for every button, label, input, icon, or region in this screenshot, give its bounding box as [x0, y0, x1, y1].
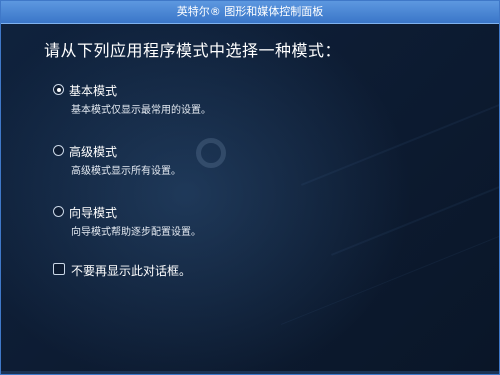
basic-mode-label[interactable]: 基本模式 [69, 82, 117, 99]
dont-show-again-checkbox[interactable] [53, 263, 65, 275]
bottom-edge [1, 371, 499, 374]
window-title: 英特尔® 图形和媒体控制面板 [1, 1, 499, 24]
dont-show-again-label[interactable]: 不要再显示此对话框。 [71, 262, 191, 279]
basic-mode-description: 基本模式仅显示最常用的设置。 [71, 105, 211, 116]
advanced-mode-label[interactable]: 高级模式 [69, 143, 117, 160]
basic-mode-radio[interactable] [53, 84, 64, 95]
background-streak [331, 171, 499, 256]
advanced-mode-radio[interactable] [53, 145, 64, 156]
dialog-window: 英特尔® 图形和媒体控制面板 请从下列应用程序模式中选择一种模式： 基本模式 基… [0, 0, 500, 375]
basic-mode-option[interactable]: 基本模式 基本模式仅显示最常用的设置。 [53, 82, 353, 122]
dialog-content: 请从下列应用程序模式中选择一种模式： 基本模式 基本模式仅显示最常用的设置。 高… [1, 24, 499, 374]
wizard-mode-description: 向导模式帮助逐步配置设置。 [71, 227, 201, 238]
advanced-mode-description: 高级模式显示所有设置。 [71, 166, 181, 177]
mode-prompt-heading: 请从下列应用程序模式中选择一种模式： [44, 41, 342, 60]
wizard-mode-option[interactable]: 向导模式 向导模式帮助逐步配置设置。 [53, 204, 353, 244]
wizard-mode-radio[interactable] [53, 206, 64, 217]
wizard-mode-label[interactable]: 向导模式 [69, 204, 117, 221]
advanced-mode-option[interactable]: 高级模式 高级模式显示所有设置。 [53, 143, 353, 183]
dont-show-again-option[interactable]: 不要再显示此对话框。 [53, 262, 253, 278]
